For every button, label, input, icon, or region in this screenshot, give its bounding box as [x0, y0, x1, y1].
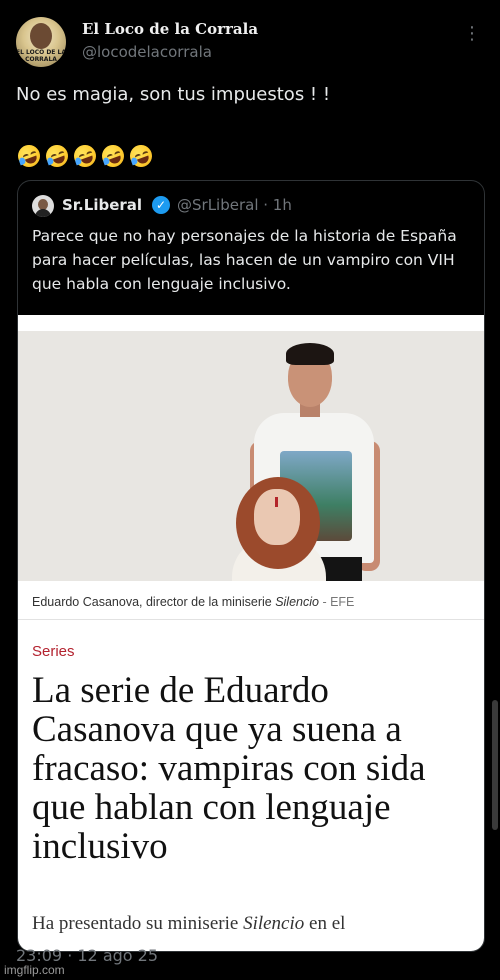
lead-italic: Silencio: [243, 913, 305, 934]
tweet-header: EL LOCO DE LA CORRALA El Loco de la Corr…: [0, 0, 500, 75]
article-headline: La serie de Eduardo Casanova que ya suen…: [32, 670, 426, 867]
emoji-row: [14, 141, 156, 171]
verified-badge-icon: ✓: [152, 196, 170, 214]
lead-end: en el: [304, 913, 346, 934]
rolling-on-floor-laughing-icon: [126, 141, 156, 171]
article-photo: [18, 331, 484, 581]
author-display-name[interactable]: El Loco de la Corrala: [82, 20, 258, 38]
caption-main: Eduardo Casanova, director de la miniser…: [32, 595, 276, 609]
quoted-author-avatar[interactable]: [32, 195, 54, 217]
caption-source: - EFE: [318, 595, 355, 609]
photo-caption: Eduardo Casanova, director de la miniser…: [32, 595, 472, 609]
rolling-on-floor-laughing-icon: [98, 141, 128, 171]
section-label[interactable]: Series: [32, 643, 75, 660]
scrollbar[interactable]: [492, 700, 498, 830]
author-handle[interactable]: @locodelacorrala: [82, 43, 212, 61]
quoted-author-handle-time[interactable]: @SrLiberal · 1h: [177, 196, 292, 214]
divider: [18, 619, 484, 620]
article-lead: Ha presentado su miniserie Silencio en e…: [32, 913, 472, 935]
rolling-on-floor-laughing-icon: [14, 141, 44, 171]
rolling-on-floor-laughing-icon: [42, 141, 72, 171]
rolling-on-floor-laughing-icon: [70, 141, 100, 171]
tweet-text: No es magia, son tus impuestos ! !: [16, 84, 331, 105]
article-screenshot[interactable]: Eduardo Casanova, director de la miniser…: [18, 315, 484, 951]
quoted-author-name[interactable]: Sr.Liberal: [62, 196, 142, 214]
caption-italic: Silencio: [275, 595, 319, 609]
quoted-tweet-text: Parece que no hay personajes de la histo…: [32, 227, 457, 293]
avatar-logo-text: EL LOCO DE LA CORRALA: [16, 49, 66, 63]
watermark: imgflip.com: [4, 963, 65, 977]
author-avatar[interactable]: EL LOCO DE LA CORRALA: [16, 17, 66, 67]
more-options-icon[interactable]: ⋮: [462, 24, 482, 44]
avatar-face: [30, 23, 52, 49]
quoted-tweet-card[interactable]: Sr.Liberal ✓ @SrLiberal · 1h Parece que …: [17, 180, 485, 952]
lead-start: Ha presentado su miniserie: [32, 913, 244, 934]
